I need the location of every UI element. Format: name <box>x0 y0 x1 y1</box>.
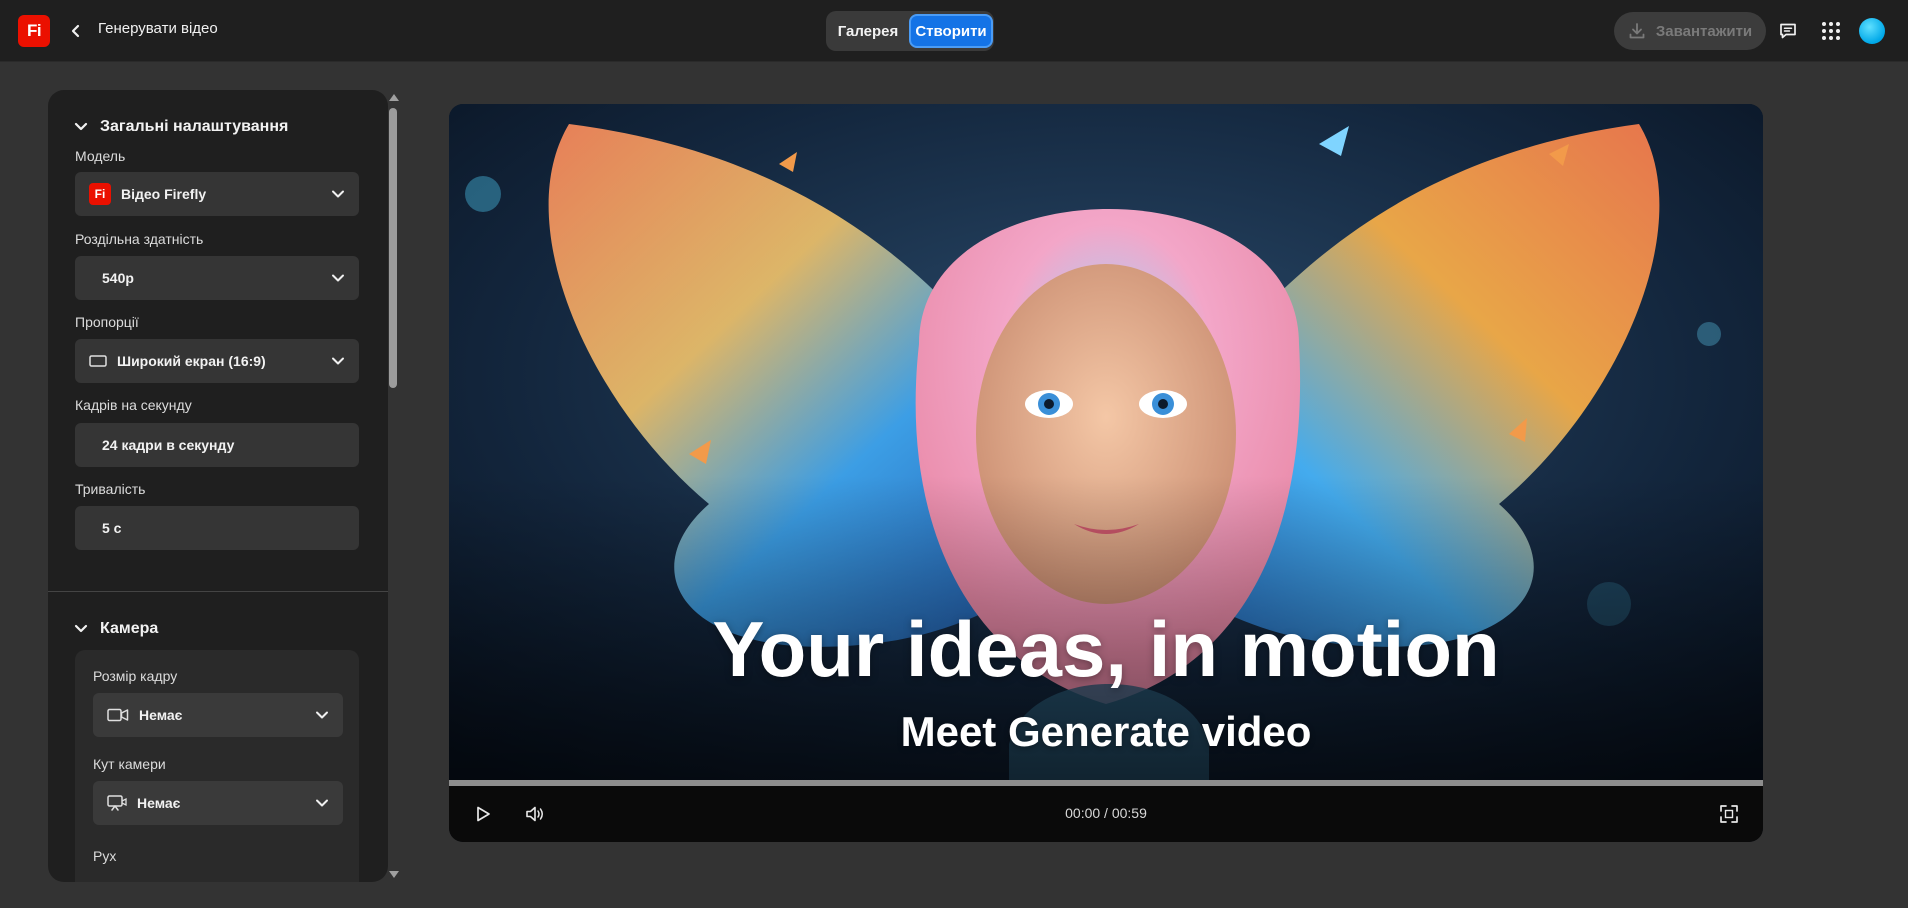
camera-title: Камера <box>100 620 159 637</box>
scroll-up-arrow-icon[interactable] <box>389 94 399 101</box>
scroll-down-arrow-icon[interactable] <box>389 871 399 878</box>
aspect-ratio-select[interactable]: Широкий екран (16:9) <box>75 339 359 383</box>
fullscreen-icon <box>1720 805 1738 823</box>
chevron-down-icon <box>332 357 344 365</box>
chevron-down-icon <box>316 799 328 807</box>
video-camera-icon <box>107 708 129 722</box>
general-settings-header[interactable]: Загальні налаштування <box>74 118 288 136</box>
camera-angle-label: Кут камери <box>93 756 166 772</box>
fps-value: 24 кадри в секунду <box>102 437 235 453</box>
video-timecode: 00:00 / 00:59 <box>1065 805 1147 821</box>
panel-scrollbar[interactable] <box>386 90 400 882</box>
chevron-down-icon <box>332 190 344 198</box>
top-bar: Fi Генерувати відео Галерея Створити Зав… <box>0 0 1908 62</box>
mode-switch: Галерея Створити <box>826 11 994 51</box>
back-button[interactable] <box>64 17 88 45</box>
shot-size-value: Немає <box>139 707 183 723</box>
fps-label: Кадрів на секунду <box>75 397 192 413</box>
resolution-value: 540p <box>102 270 134 286</box>
resolution-select[interactable]: 540p <box>75 256 359 300</box>
fullscreen-button[interactable] <box>1717 802 1741 826</box>
motion-label: Рух <box>93 848 117 864</box>
camera-angle-value: Немає <box>137 795 181 811</box>
apps-grid-icon <box>1822 22 1840 40</box>
video-subheadline: Meet Generate video <box>900 708 1312 755</box>
download-icon <box>1629 23 1645 39</box>
chevron-down-icon <box>332 274 344 282</box>
camera-angle-icon <box>107 795 127 811</box>
video-headline: Your ideas, in motion <box>712 605 1500 693</box>
general-settings-title: Загальні налаштування <box>100 118 289 135</box>
video-player[interactable]: Your ideas, in motion Meet Generate vide… <box>449 104 1763 842</box>
firefly-app-logo[interactable]: Fi <box>18 15 50 47</box>
duration-field: 5 с <box>75 506 359 550</box>
page-title: Генерувати відео <box>98 20 218 37</box>
apps-button[interactable] <box>1819 19 1843 43</box>
settings-panel: Загальні налаштування Модель Fi Відео Fi… <box>48 90 388 882</box>
model-label: Модель <box>75 148 126 164</box>
download-label: Завантажити <box>1655 22 1753 40</box>
chevron-down-icon <box>74 624 88 633</box>
widescreen-icon <box>89 355 107 367</box>
comment-button[interactable] <box>1776 19 1800 43</box>
firefly-logo-icon: Fi <box>89 183 111 205</box>
duration-value: 5 с <box>102 520 122 536</box>
section-divider <box>48 591 388 592</box>
fps-field: 24 кадри в секунду <box>75 423 359 467</box>
comment-icon <box>1780 23 1796 39</box>
resolution-label: Роздільна здатність <box>75 231 204 247</box>
chevron-left-icon <box>71 24 80 38</box>
model-select[interactable]: Fi Відео Firefly <box>75 172 359 216</box>
chevron-down-icon <box>316 711 328 719</box>
tab-create[interactable]: Створити <box>909 14 993 48</box>
camera-settings-card: Розмір кадру Немає Кут камери Немає Рух <box>75 650 359 882</box>
shot-size-select[interactable]: Немає <box>93 693 343 737</box>
aspect-ratio-value: Широкий екран (16:9) <box>117 353 266 369</box>
shot-size-label: Розмір кадру <box>93 668 178 684</box>
download-button[interactable]: Завантажити <box>1614 12 1766 50</box>
camera-angle-select[interactable]: Немає <box>93 781 343 825</box>
avatar[interactable] <box>1859 18 1885 44</box>
model-value: Відео Firefly <box>121 186 207 202</box>
tab-gallery[interactable]: Галерея <box>829 14 907 48</box>
scroll-thumb[interactable] <box>389 108 397 388</box>
camera-header[interactable]: Камера <box>74 620 158 638</box>
chevron-down-icon <box>74 122 88 131</box>
aspect-ratio-label: Пропорції <box>75 314 139 330</box>
duration-label: Тривалість <box>75 481 146 497</box>
video-controls: 00:00 / 00:59 <box>449 786 1763 842</box>
